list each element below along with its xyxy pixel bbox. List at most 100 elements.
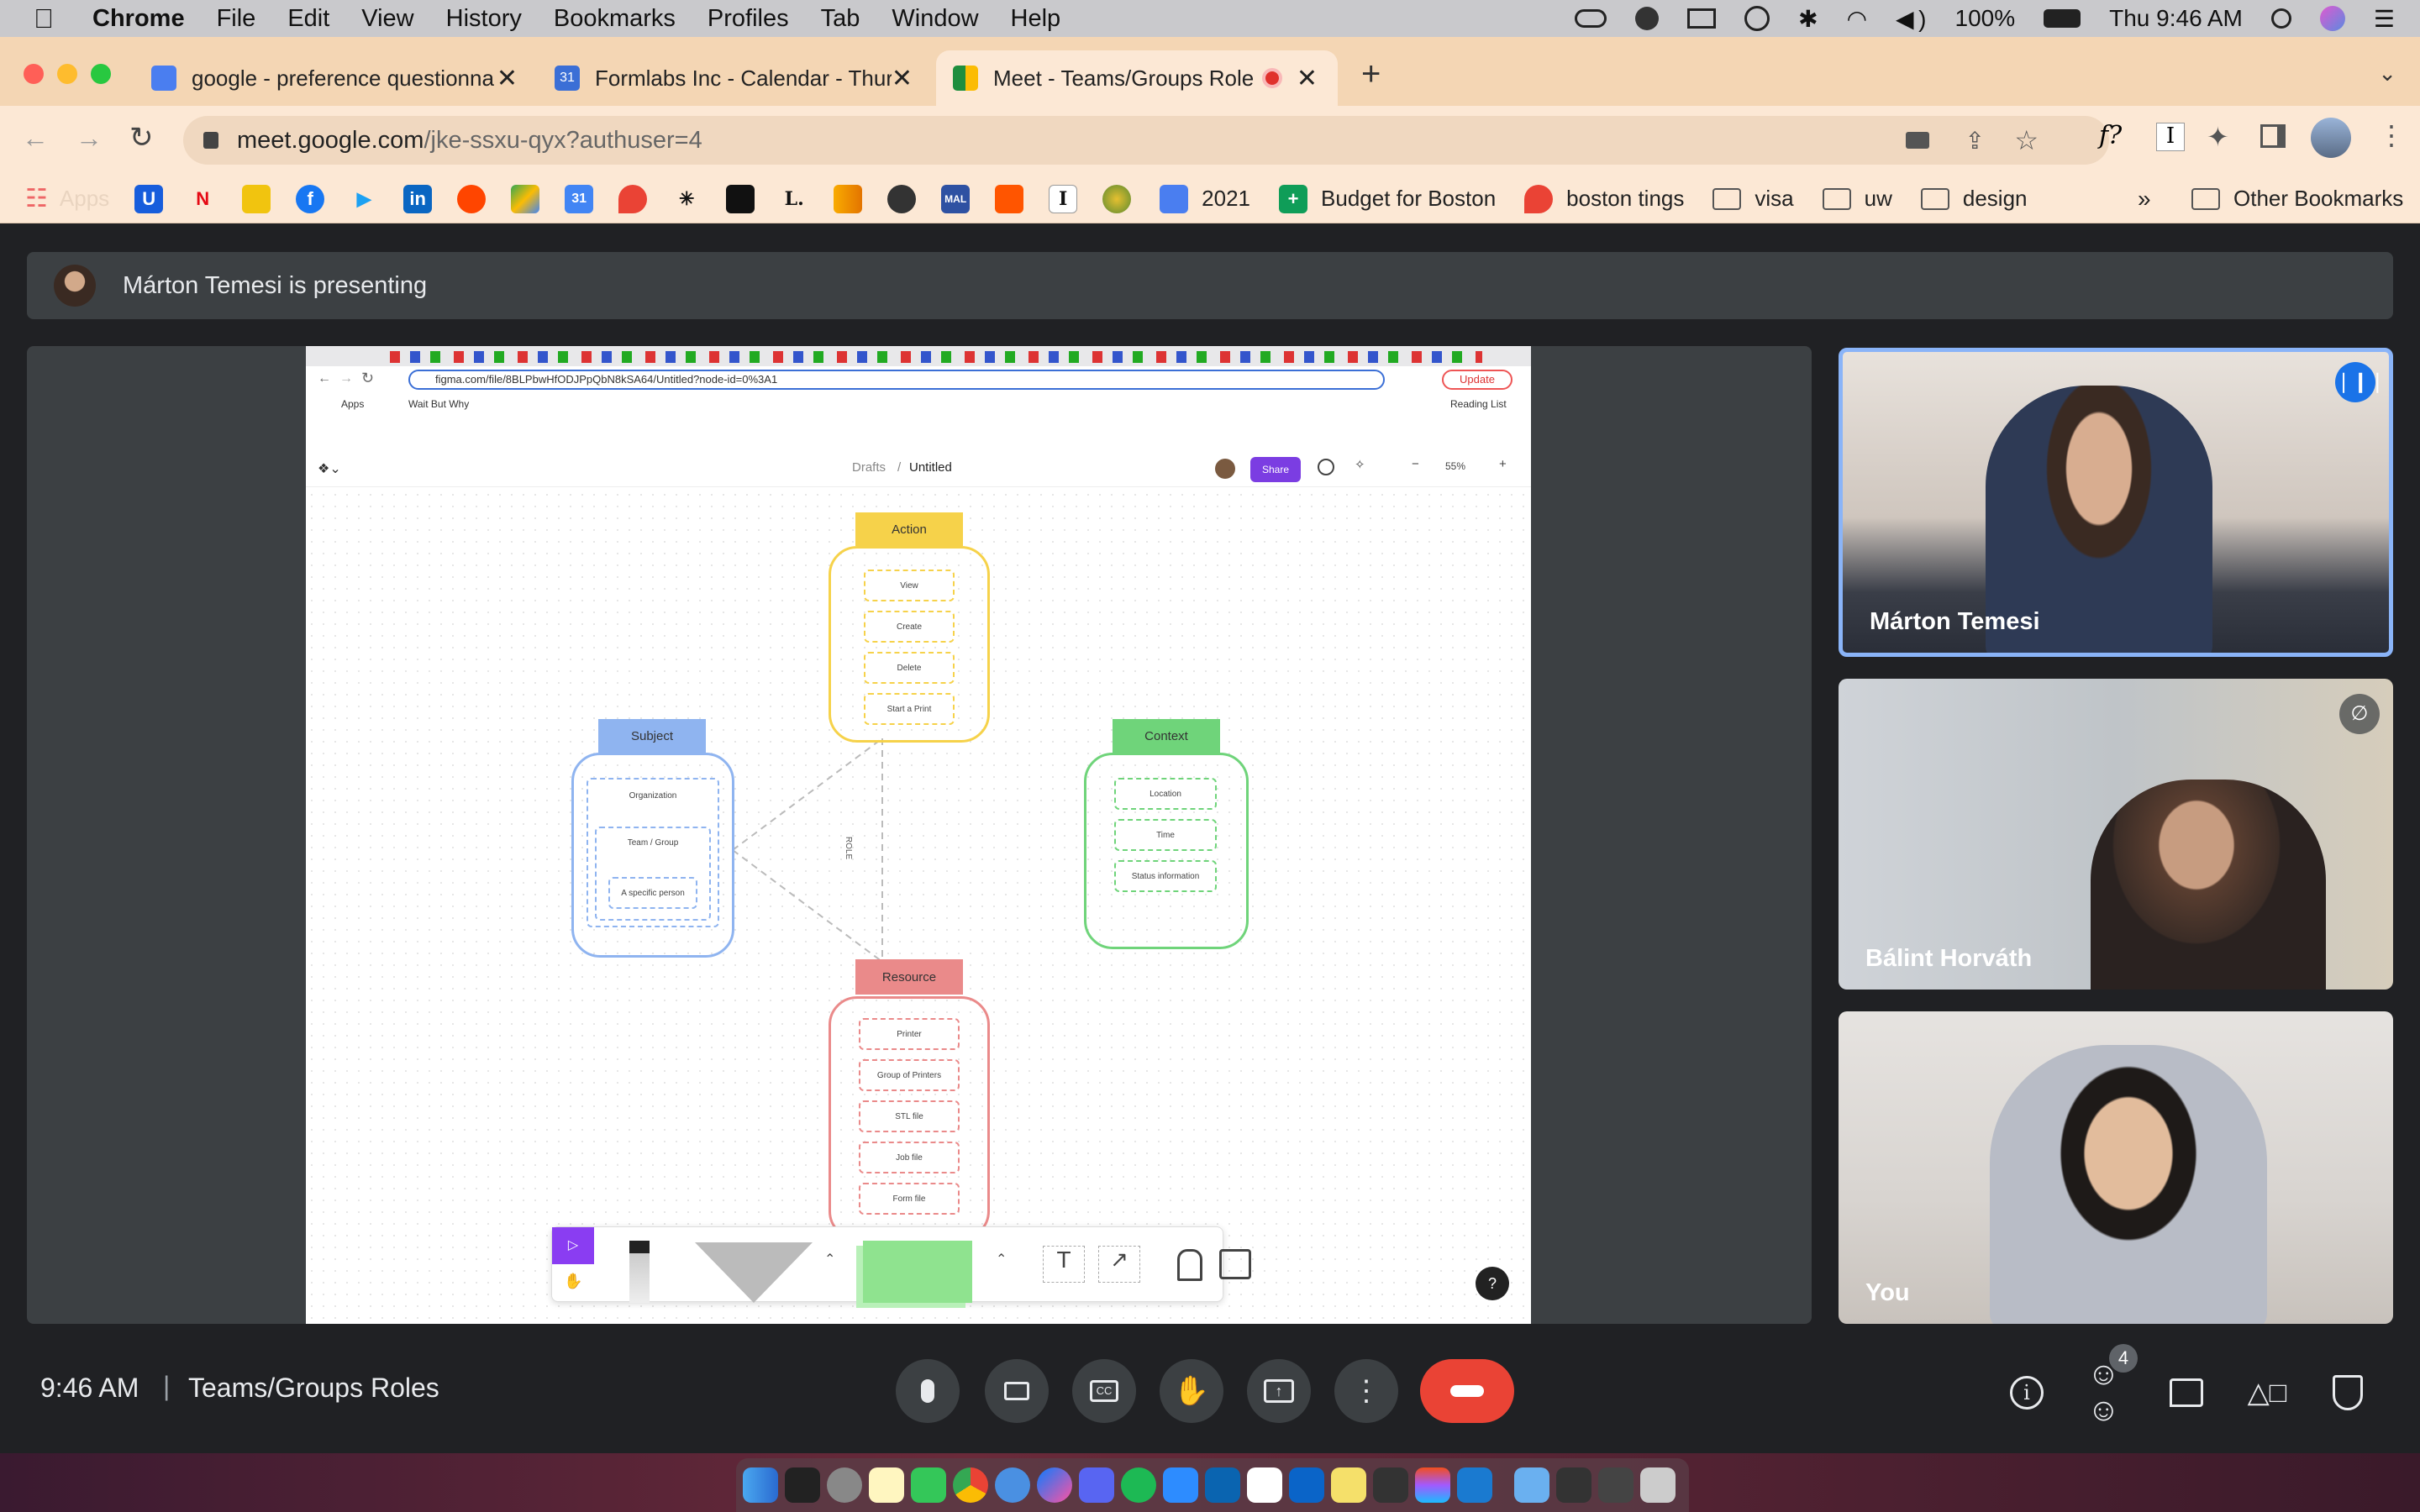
- bookmark-2021[interactable]: 2021: [1160, 184, 1250, 213]
- tab-search-chevron-icon[interactable]: ⌄: [2378, 60, 2396, 87]
- new-tab-button[interactable]: +: [1361, 55, 1381, 93]
- menu-help[interactable]: Help: [1011, 5, 1061, 33]
- downloads-folder-icon[interactable]: [1514, 1467, 1549, 1503]
- trash-icon[interactable]: [1640, 1467, 1676, 1503]
- apps-label[interactable]: Apps: [60, 186, 109, 212]
- extensions-puzzle-icon[interactable]: ✦: [2207, 121, 2229, 153]
- apps-grid-icon[interactable]: ☷: [25, 184, 48, 213]
- outlook-icon[interactable]: [1289, 1467, 1324, 1503]
- bitwarden-icon[interactable]: U: [134, 184, 164, 213]
- github-desktop-icon[interactable]: [1373, 1467, 1408, 1503]
- instapaper-extension-icon[interactable]: I: [2156, 123, 2185, 151]
- bookmarks-overflow-button[interactable]: »: [2138, 186, 2151, 213]
- cat-icon[interactable]: [242, 184, 271, 213]
- discord-icon[interactable]: [1079, 1467, 1114, 1503]
- chat-button[interactable]: [2166, 1373, 2207, 1413]
- camera-button[interactable]: [985, 1359, 1049, 1423]
- tab-google-doc[interactable]: google - preference questionna ✕: [134, 50, 538, 106]
- tab-calendar[interactable]: 31 Formlabs Inc - Calendar - Thur ✕: [538, 50, 933, 106]
- present-screen-button[interactable]: ↑: [1247, 1359, 1311, 1423]
- menu-bookmarks[interactable]: Bookmarks: [554, 5, 676, 33]
- close-window-button[interactable]: [24, 64, 44, 84]
- forward-arrow-icon[interactable]: →: [76, 123, 103, 154]
- stickies-icon[interactable]: [1331, 1467, 1366, 1503]
- time-machine-icon[interactable]: [1744, 6, 1770, 31]
- bluetooth-icon[interactable]: ✱: [1798, 5, 1818, 33]
- close-icon[interactable]: ✕: [892, 64, 913, 93]
- chrome-menu-icon[interactable]: ⋮: [2378, 119, 2405, 151]
- bookmark-folder-visa[interactable]: visa: [1712, 186, 1794, 212]
- figma-icon[interactable]: [1415, 1467, 1450, 1503]
- back-arrow-icon[interactable]: ←: [22, 123, 49, 154]
- github-icon[interactable]: [887, 184, 917, 213]
- letterboxd-icon[interactable]: L.: [780, 185, 808, 213]
- participant-tile-balint[interactable]: ∅ Bálint Horváth: [1839, 679, 2393, 990]
- minimize-window-button[interactable]: [57, 64, 77, 84]
- menu-window[interactable]: Window: [892, 5, 978, 33]
- minimized-window-1[interactable]: [1556, 1467, 1591, 1503]
- maps-pin-icon[interactable]: [618, 184, 648, 213]
- notes-icon[interactable]: [869, 1467, 904, 1503]
- spotify-icon[interactable]: [1121, 1467, 1156, 1503]
- menu-view[interactable]: View: [361, 5, 413, 33]
- activities-button[interactable]: △□: [2247, 1373, 2287, 1413]
- messages-icon[interactable]: [911, 1467, 946, 1503]
- wifi-icon[interactable]: ◠: [1847, 5, 1867, 33]
- camera-icon[interactable]: [1906, 132, 1929, 149]
- menu-app-name[interactable]: Chrome: [92, 5, 185, 33]
- cloud-icon[interactable]: [1575, 9, 1607, 28]
- finder-icon[interactable]: [743, 1467, 778, 1503]
- reload-icon[interactable]: ↻: [129, 121, 154, 155]
- tab-meet[interactable]: Meet - Teams/Groups Role ✕: [936, 50, 1338, 106]
- host-controls-button[interactable]: [2328, 1373, 2368, 1413]
- bookmark-folder-uw[interactable]: uw: [1822, 186, 1892, 212]
- black-square-icon[interactable]: [726, 184, 755, 213]
- messages-bubble-icon[interactable]: [995, 1467, 1030, 1503]
- asterisk-icon[interactable]: ✳: [672, 185, 701, 213]
- siri-icon[interactable]: [2319, 6, 2345, 31]
- control-center-icon[interactable]: ☰: [2374, 5, 2395, 33]
- twitter-icon[interactable]: ▶: [350, 185, 378, 213]
- meeting-details-button[interactable]: i: [2007, 1373, 2047, 1413]
- other-bookmarks[interactable]: Other Bookmarks: [2191, 186, 2403, 212]
- close-icon[interactable]: ✕: [1297, 64, 1318, 93]
- apple-icon[interactable]: : [34, 3, 54, 34]
- notion-icon[interactable]: [1247, 1467, 1282, 1503]
- globe-icon[interactable]: [1102, 184, 1132, 213]
- xcode-icon[interactable]: [1457, 1467, 1492, 1503]
- spotlight-icon[interactable]: [2270, 8, 2291, 29]
- microphone-button[interactable]: [896, 1359, 960, 1423]
- menu-history[interactable]: History: [446, 5, 522, 33]
- menu-file[interactable]: File: [217, 5, 256, 33]
- side-panel-icon[interactable]: [2260, 124, 2286, 148]
- clock[interactable]: Thu 9:46 AM: [2109, 5, 2243, 32]
- chrome-icon[interactable]: [953, 1467, 988, 1503]
- linkedin-icon[interactable]: in: [403, 184, 433, 213]
- system-preferences-icon[interactable]: [827, 1467, 862, 1503]
- battery-icon[interactable]: [2044, 9, 2081, 28]
- more-options-button[interactable]: ⋮: [1334, 1359, 1398, 1423]
- soundcloud-icon[interactable]: [995, 184, 1024, 213]
- zoom-icon[interactable]: [1163, 1467, 1198, 1503]
- mal-icon[interactable]: MAL: [941, 184, 971, 213]
- leave-call-button[interactable]: [1420, 1359, 1514, 1423]
- menu-profiles[interactable]: Profiles: [708, 5, 789, 33]
- google-drive-icon[interactable]: [511, 184, 540, 213]
- address-bar[interactable]: meet.google.com /jke-ssxu-qyx?authuser=4…: [183, 116, 2109, 165]
- netflix-icon[interactable]: N: [188, 185, 217, 213]
- grammarly-icon[interactable]: [1635, 7, 1660, 30]
- facebook-icon[interactable]: f: [296, 184, 325, 213]
- star-icon[interactable]: ☆: [2014, 124, 2039, 156]
- airplay-icon[interactable]: [1687, 8, 1717, 29]
- volume-icon[interactable]: ◀ ): [1896, 5, 1926, 33]
- menu-edit[interactable]: Edit: [287, 5, 329, 33]
- instapaper-icon[interactable]: I: [1049, 184, 1078, 213]
- menu-tab[interactable]: Tab: [821, 5, 860, 33]
- raise-hand-button[interactable]: ✋: [1160, 1359, 1223, 1423]
- analytics-icon[interactable]: [834, 184, 863, 213]
- minimized-window-2[interactable]: [1598, 1467, 1634, 1503]
- calendar-icon[interactable]: 31: [565, 184, 594, 213]
- participant-tile-marton[interactable]: ❘❙❘ Márton Temesi: [1839, 348, 2393, 657]
- lock-icon[interactable]: [203, 132, 218, 149]
- zoom-window-button[interactable]: [91, 64, 111, 84]
